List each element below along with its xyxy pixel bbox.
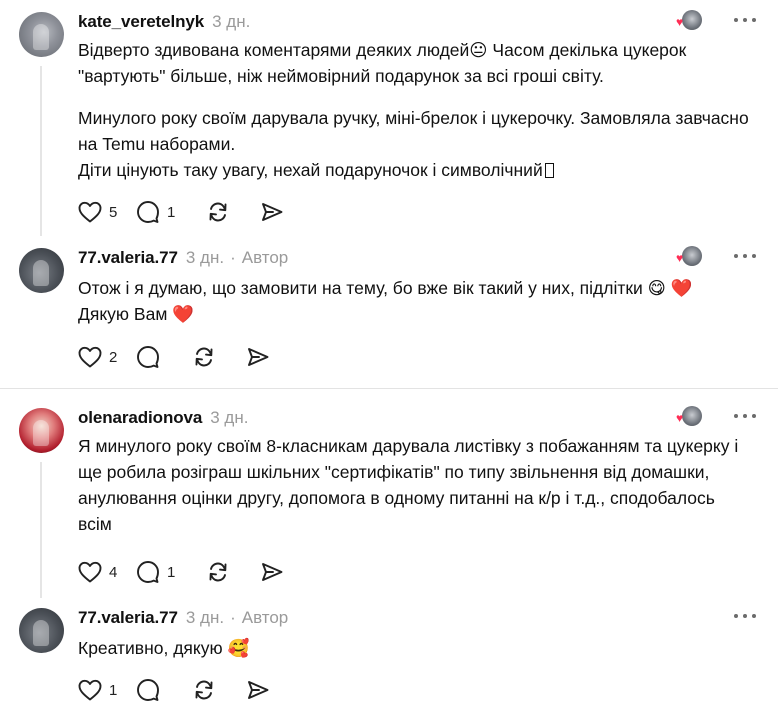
comment-header: 77.valeria.77 3 дн. · Автор bbox=[78, 247, 288, 269]
avatar[interactable] bbox=[19, 248, 64, 293]
reply-count: 1 bbox=[167, 563, 176, 581]
repost-icon bbox=[195, 680, 213, 700]
comment-tools: ♥ bbox=[676, 406, 756, 426]
heart-icon bbox=[78, 561, 102, 583]
share-button[interactable] bbox=[260, 199, 290, 225]
like-button[interactable]: 1 bbox=[78, 677, 136, 703]
timestamp[interactable]: 3 дн. bbox=[210, 408, 248, 428]
like-count: 5 bbox=[109, 203, 118, 221]
liked-by-avatar[interactable]: ♥ bbox=[676, 406, 702, 426]
timestamp[interactable]: 3 дн. bbox=[186, 608, 224, 628]
comment-text: Я минулого року своїм 8-класникам дарува… bbox=[78, 433, 748, 537]
thread-divider bbox=[0, 388, 778, 389]
reply-button[interactable]: 1 bbox=[136, 199, 206, 225]
like-count: 1 bbox=[109, 681, 118, 699]
author-label: Автор bbox=[241, 608, 289, 627]
heart-icon bbox=[78, 201, 102, 223]
avatar[interactable] bbox=[19, 12, 64, 57]
share-button[interactable] bbox=[246, 677, 276, 703]
liked-by-avatar[interactable]: ♥ bbox=[676, 10, 702, 30]
reply-button[interactable] bbox=[136, 344, 192, 370]
repost-button[interactable] bbox=[206, 559, 260, 585]
comment-paragraph: Я минулого року своїм 8-класникам дарува… bbox=[78, 436, 739, 534]
like-button[interactable]: 4 bbox=[78, 559, 136, 585]
comment-bubble-icon bbox=[137, 346, 159, 368]
comment-paragraph: Діти цінують таку увагу, нехай подаруноч… bbox=[78, 157, 758, 183]
repost-button[interactable] bbox=[192, 677, 246, 703]
comment-header: olenaradionova 3 дн. bbox=[78, 407, 248, 429]
comment-text: Відверто здивована коментарями деяких лю… bbox=[78, 37, 758, 183]
comment-tools bbox=[734, 606, 756, 626]
repost-icon bbox=[209, 562, 227, 582]
comment-paragraph: Відверто здивована коментарями деяких лю… bbox=[78, 40, 687, 86]
username[interactable]: 77.valeria.77 bbox=[78, 248, 178, 268]
comment-actions: 1 bbox=[78, 677, 276, 703]
heart-badge-icon: ♥ bbox=[676, 411, 684, 425]
comment-actions: 4 1 bbox=[78, 559, 290, 585]
heart-badge-icon: ♥ bbox=[676, 251, 684, 265]
comment-text: Креативно, дякую 🥰 bbox=[78, 635, 758, 661]
username[interactable]: olenaradionova bbox=[78, 408, 202, 428]
comment-bubble-icon bbox=[137, 561, 159, 583]
heart-icon bbox=[78, 679, 102, 701]
comment-paragraph: Креативно, дякую 🥰 bbox=[78, 638, 250, 658]
username[interactable]: kate_veretelnyk bbox=[78, 12, 204, 32]
comment-bubble-icon bbox=[137, 679, 159, 701]
thread-line bbox=[40, 66, 42, 236]
like-count: 4 bbox=[109, 563, 118, 581]
comment-bubble-icon bbox=[137, 201, 159, 223]
separator-dot: · bbox=[230, 608, 236, 627]
comment-post: olenaradionova 3 дн. ♥ Я минулого року с… bbox=[0, 396, 778, 602]
like-button[interactable]: 2 bbox=[78, 344, 136, 370]
separator-dot: · bbox=[230, 248, 236, 267]
comment-post: 77.valeria.77 3 дн. · Автор Креативно, д… bbox=[0, 596, 778, 707]
more-dots-icon[interactable] bbox=[734, 246, 756, 266]
send-icon bbox=[248, 348, 269, 366]
share-button[interactable] bbox=[246, 344, 276, 370]
timestamp[interactable]: 3 дн. bbox=[186, 248, 224, 268]
comment-paragraph: Минулого року своїм дарувала ручку, міні… bbox=[78, 108, 749, 154]
comment-header: kate_veretelnyk 3 дн. bbox=[78, 11, 250, 33]
more-dots-icon[interactable] bbox=[734, 606, 756, 626]
avatar[interactable] bbox=[19, 408, 64, 453]
send-icon bbox=[262, 203, 283, 221]
comment-tools: ♥ bbox=[676, 10, 756, 30]
username[interactable]: 77.valeria.77 bbox=[78, 608, 178, 628]
send-icon bbox=[248, 681, 269, 699]
heart-icon bbox=[78, 346, 102, 368]
comment-post: 77.valeria.77 3 дн. · Автор ♥ Отож і я д… bbox=[0, 236, 778, 386]
repost-icon bbox=[195, 347, 213, 367]
author-label: Автор bbox=[241, 248, 289, 267]
comment-actions: 2 bbox=[78, 344, 276, 370]
comment-paragraph: Дякую Вам ❤️ bbox=[78, 304, 195, 324]
more-dots-icon[interactable] bbox=[734, 406, 756, 426]
reply-button[interactable] bbox=[136, 677, 192, 703]
repost-button[interactable] bbox=[192, 344, 246, 370]
comment-text: Отож і я думаю, що замовити на тему, бо … bbox=[78, 275, 758, 327]
like-button[interactable]: 5 bbox=[78, 199, 136, 225]
thread-line bbox=[40, 462, 42, 598]
heart-badge-icon: ♥ bbox=[676, 15, 684, 29]
missing-glyph-icon bbox=[544, 163, 554, 178]
repost-button[interactable] bbox=[206, 199, 260, 225]
send-icon bbox=[262, 563, 283, 581]
comment-post: kate_veretelnyk 3 дн. ♥ Відверто здивова… bbox=[0, 0, 778, 240]
comment-paragraph: Отож і я думаю, що замовити на тему, бо … bbox=[78, 278, 693, 298]
avatar[interactable] bbox=[19, 608, 64, 653]
more-dots-icon[interactable] bbox=[734, 10, 756, 30]
comments-feed: kate_veretelnyk 3 дн. ♥ Відверто здивова… bbox=[0, 0, 778, 707]
comment-actions: 5 1 bbox=[78, 199, 290, 225]
comment-header: 77.valeria.77 3 дн. · Автор bbox=[78, 607, 288, 629]
share-button[interactable] bbox=[260, 559, 290, 585]
reply-count: 1 bbox=[167, 203, 176, 221]
reply-button[interactable]: 1 bbox=[136, 559, 206, 585]
comment-paragraph-text: Діти цінують таку увагу, нехай подаруноч… bbox=[78, 160, 543, 180]
liked-by-avatar[interactable]: ♥ bbox=[676, 246, 702, 266]
repost-icon bbox=[209, 202, 227, 222]
timestamp[interactable]: 3 дн. bbox=[212, 12, 250, 32]
comment-tools: ♥ bbox=[676, 246, 756, 266]
like-count: 2 bbox=[109, 348, 118, 366]
